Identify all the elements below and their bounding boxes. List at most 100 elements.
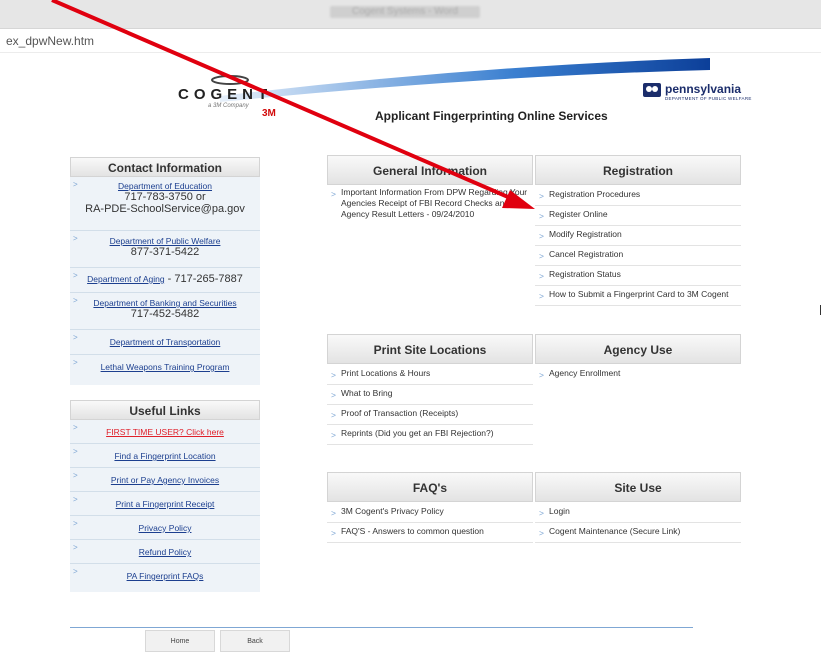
contact-weapons: > Lethal Weapons Training Program	[70, 355, 260, 381]
page-title: Applicant Fingerprinting Online Services	[375, 109, 608, 123]
chevron-right-icon: >	[331, 189, 336, 199]
registration-item[interactable]: > Modify Registration	[535, 226, 741, 246]
transport-link[interactable]: Department of Transportation	[110, 337, 221, 347]
contact-welfare: > Department of Public Welfare 877-371-5…	[70, 231, 260, 268]
print-sites-item[interactable]: > Print Locations & Hours	[327, 365, 533, 385]
address-divider	[0, 52, 821, 53]
general-info-item[interactable]: > Important Information From DPW Regardi…	[327, 187, 533, 229]
register-online-link[interactable]: Register Online	[549, 209, 608, 219]
contact-banking: > Department of Banking and Securities 7…	[70, 293, 260, 330]
education-phone: 717-783-3750 or	[124, 191, 206, 203]
chevron-right-icon: >	[539, 291, 544, 301]
registration-item[interactable]: > Register Online	[535, 206, 741, 226]
address-text[interactable]: ex_dpwNew.htm	[6, 34, 94, 48]
window-titlebar: Cogent Systems - Word	[0, 0, 821, 29]
chevron-right-icon: >	[539, 251, 544, 261]
3m-logo: 3M	[262, 108, 276, 119]
contact-transport: > Department of Transportation	[70, 330, 260, 355]
education-link[interactable]: Department of Education	[118, 181, 212, 191]
chevron-right-icon: >	[331, 430, 336, 440]
print-sites-item[interactable]: > Proof of Transaction (Receipts)	[327, 405, 533, 425]
chevron-right-icon: >	[331, 410, 336, 420]
faqs-item[interactable]: > FAQ'S - Answers to common question	[327, 523, 533, 543]
chevron-right-icon: >	[539, 271, 544, 281]
chevron-right-icon: >	[331, 390, 336, 400]
chevron-right-icon: >	[73, 519, 78, 528]
cogent-swirl-icon	[211, 75, 249, 85]
general-info-link[interactable]: Important Information From DPW Regarding…	[341, 187, 527, 219]
privacy-link[interactable]: Privacy Policy	[139, 523, 192, 533]
back-button[interactable]: Back	[220, 630, 290, 652]
first-time-user-link[interactable]: FIRST TIME USER? Click here	[106, 427, 224, 437]
chevron-right-icon: >	[331, 508, 336, 518]
pa-keystone-icon	[643, 83, 661, 97]
chevron-right-icon: >	[73, 471, 78, 480]
registration-item[interactable]: > Registration Status	[535, 266, 741, 286]
site-use-item[interactable]: > Login	[535, 503, 741, 523]
registration-item[interactable]: > Registration Procedures	[535, 186, 741, 206]
useful-item[interactable]: > Privacy Policy	[70, 516, 260, 540]
header-swoosh	[220, 58, 710, 102]
chevron-right-icon: >	[539, 528, 544, 538]
chevron-right-icon: >	[73, 234, 78, 243]
chevron-right-icon: >	[539, 211, 544, 221]
window-title: Cogent Systems - Word	[330, 6, 480, 18]
home-button[interactable]: Home	[145, 630, 215, 652]
refund-link[interactable]: Refund Policy	[139, 547, 191, 557]
agency-use-item[interactable]: > Agency Enrollment	[535, 365, 741, 385]
useful-item[interactable]: > PA Fingerprint FAQs	[70, 564, 260, 588]
welfare-phone: 877-371-5422	[130, 246, 200, 258]
faqs-item[interactable]: >3M Cogent's Privacy Policy	[327, 503, 533, 523]
useful-item[interactable]: > Find a Fingerprint Location	[70, 444, 260, 468]
chevron-right-icon: >	[73, 296, 78, 305]
chevron-right-icon: >	[73, 447, 78, 456]
chevron-right-icon: >	[73, 271, 78, 280]
welfare-link[interactable]: Department of Public Welfare	[110, 236, 221, 246]
print-sites-item[interactable]: > What to Bring	[327, 385, 533, 405]
useful-item[interactable]: > Print or Pay Agency Invoices	[70, 468, 260, 492]
useful-links-panel: Useful Links > FIRST TIME USER? Click he…	[70, 400, 260, 592]
contact-title: Contact Information	[70, 157, 260, 177]
registration-header: Registration	[535, 155, 741, 185]
agency-use-header: Agency Use	[535, 334, 741, 364]
registration-item[interactable]: > Cancel Registration	[535, 246, 741, 266]
contact-education: > Department of Education 717-783-3750 o…	[70, 177, 260, 231]
site-use-item[interactable]: > Cogent Maintenance (Secure Link)	[535, 523, 741, 543]
chevron-right-icon: >	[73, 495, 78, 504]
cogent-logo[interactable]: COGENT a 3M Company	[178, 74, 272, 109]
banking-phone: 717-452-5482	[130, 308, 200, 320]
general-info-header: General Information	[327, 155, 533, 185]
useful-item[interactable]: > Print a Fingerprint Receipt	[70, 492, 260, 516]
print-sites-item[interactable]: > Reprints (Did you get an FBI Rejection?…	[327, 425, 533, 445]
invoices-link[interactable]: Print or Pay Agency Invoices	[111, 475, 219, 485]
useful-item[interactable]: > Refund Policy	[70, 540, 260, 564]
chevron-right-icon: >	[73, 543, 78, 552]
faqs-header: FAQ's	[327, 472, 533, 502]
chevron-right-icon: >	[331, 528, 336, 538]
aging-link[interactable]: Department of Aging	[87, 274, 165, 284]
pa-name: pennsylvania	[665, 82, 742, 96]
weapons-link[interactable]: Lethal Weapons Training Program	[101, 362, 230, 372]
pennsylvania-logo: pennsylvania DEPARTMENT OF PUBLIC WELFAR…	[642, 82, 752, 101]
site-use-header: Site Use	[535, 472, 741, 502]
chevron-right-icon: >	[73, 180, 78, 189]
print-sites-header: Print Site Locations	[327, 334, 533, 364]
chevron-right-icon: >	[73, 567, 78, 576]
aging-phone: - 717-265-7887	[164, 273, 243, 285]
chevron-right-icon: >	[539, 231, 544, 241]
pa-dept: DEPARTMENT OF PUBLIC WELFARE	[665, 96, 752, 101]
cogent-wordmark: COGENT	[178, 86, 273, 103]
contact-panel: Contact Information > Department of Educ…	[70, 157, 260, 385]
footer-divider	[70, 627, 693, 628]
find-location-link[interactable]: Find a Fingerprint Location	[114, 451, 215, 461]
chevron-right-icon: >	[331, 370, 336, 380]
chevron-right-icon: >	[539, 508, 544, 518]
pa-faqs-link[interactable]: PA Fingerprint FAQs	[127, 571, 204, 581]
useful-item[interactable]: > FIRST TIME USER? Click here	[70, 420, 260, 444]
contact-aging: > Department of Aging - 717-265-7887	[70, 268, 260, 293]
registration-item[interactable]: > How to Submit a Fingerprint Card to 3M …	[535, 286, 741, 306]
chevron-right-icon: >	[73, 358, 78, 367]
banking-link[interactable]: Department of Banking and Securities	[93, 298, 236, 308]
chevron-right-icon: >	[73, 333, 78, 342]
receipt-link[interactable]: Print a Fingerprint Receipt	[116, 499, 215, 509]
